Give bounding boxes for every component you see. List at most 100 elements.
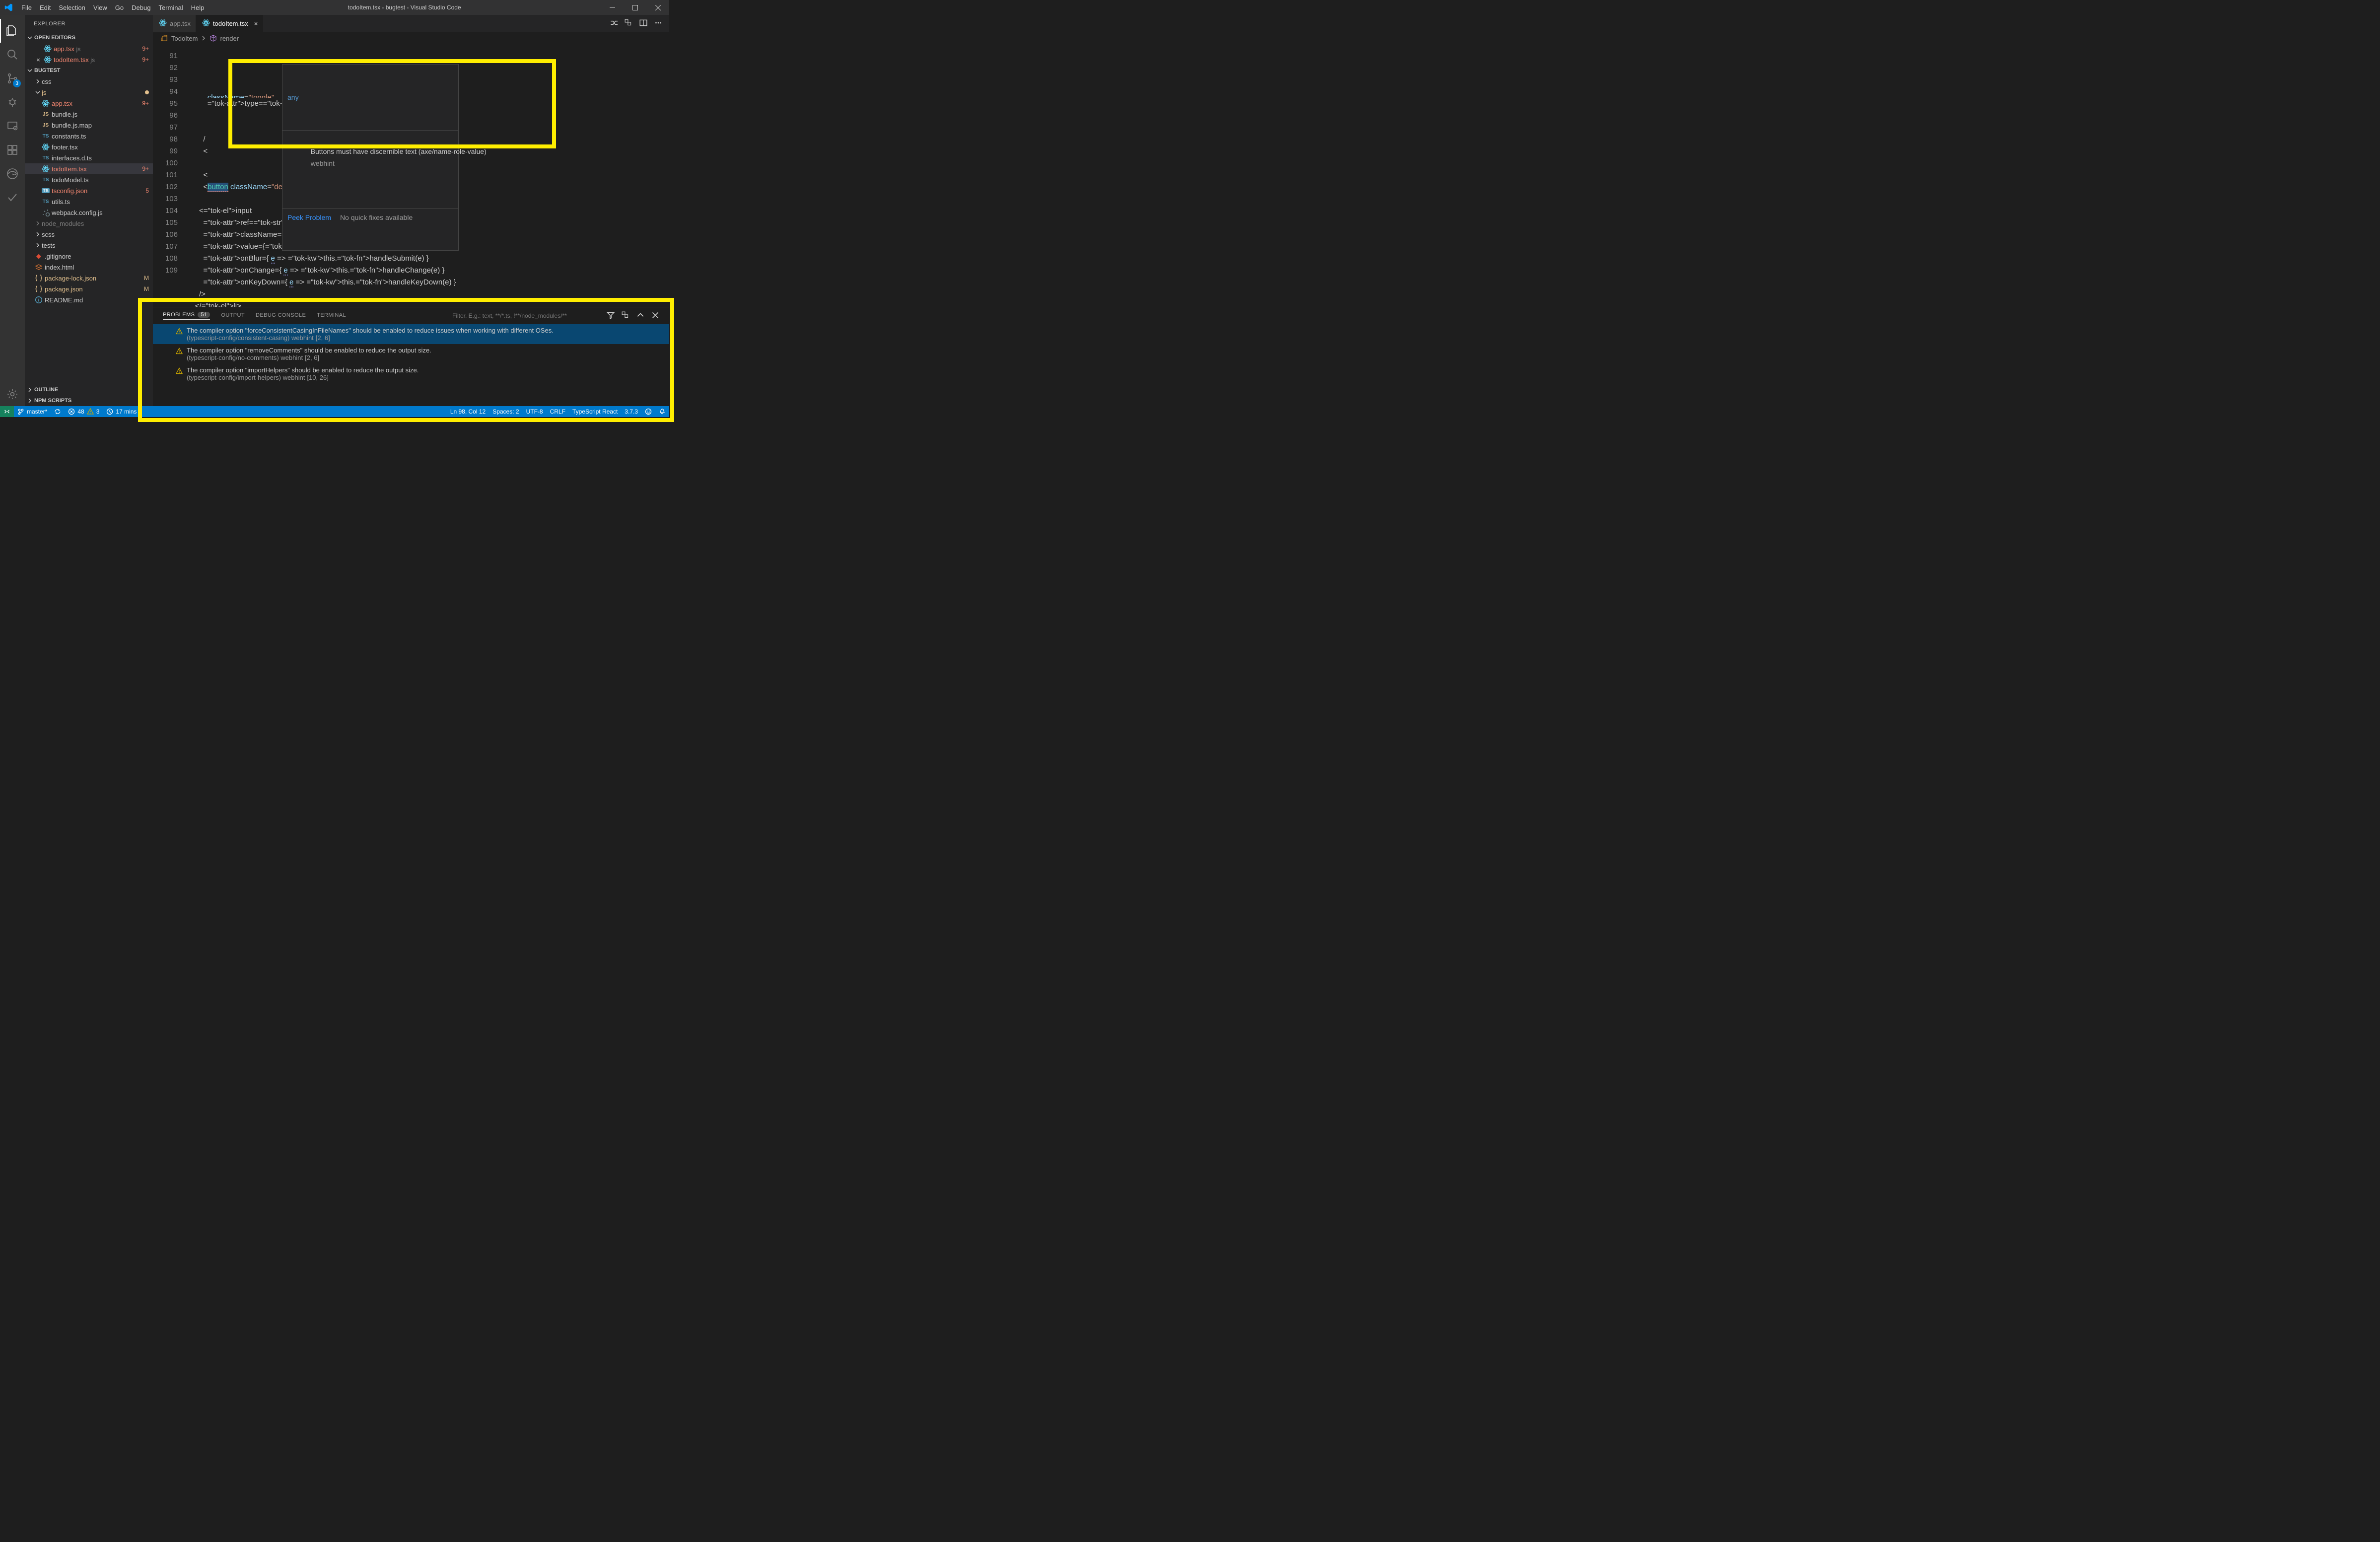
maximize-button[interactable] [624, 0, 646, 15]
breadcrumbs[interactable]: TodoItem render [153, 32, 669, 44]
menu-selection[interactable]: Selection [55, 1, 89, 14]
activity-extensions[interactable] [0, 138, 25, 162]
status-bell[interactable] [655, 406, 669, 417]
file-row[interactable]: footer.tsx [25, 141, 153, 152]
filter-icon[interactable] [607, 311, 615, 321]
status-spaces[interactable]: Spaces: 2 [489, 406, 522, 417]
status-cursor[interactable]: Ln 98, Col 12 [447, 406, 489, 417]
menu-file[interactable]: File [17, 1, 36, 14]
more-icon[interactable] [654, 19, 662, 28]
activity-edge[interactable] [0, 162, 25, 186]
menu-view[interactable]: View [89, 1, 111, 14]
status-branch[interactable]: master* [14, 406, 51, 417]
close-button[interactable] [646, 0, 669, 15]
file-row[interactable]: TStsconfig.json5 [25, 185, 153, 196]
menu-edit[interactable]: Edit [36, 1, 55, 14]
status-errors[interactable]: 48 3 [65, 406, 103, 417]
chevron-right-icon [34, 78, 42, 84]
status-time[interactable]: 17 mins [103, 406, 140, 417]
status-encoding[interactable]: UTF-8 [523, 406, 547, 417]
status-feedback[interactable] [641, 406, 655, 417]
file-row[interactable]: webpack.config.js [25, 207, 153, 218]
problem-row[interactable]: The compiler option "importHelpers" shou… [153, 364, 669, 384]
open-editor[interactable]: ×todoItem.tsx js9+ [25, 54, 153, 65]
file-row[interactable]: JSbundle.js [25, 109, 153, 120]
activity-settings[interactable] [0, 382, 25, 406]
folder-row[interactable]: node_modules [25, 218, 153, 229]
editor-tab[interactable]: app.tsx [153, 15, 196, 32]
editor-tab[interactable]: todoItem.tsx× [196, 15, 263, 32]
open-editors-list: app.tsx js9+×todoItem.tsx js9+ [25, 43, 153, 65]
menu-bar: FileEditSelectionViewGoDebugTerminalHelp [17, 1, 208, 14]
chevron-right-icon [34, 242, 42, 248]
react-icon [159, 19, 167, 28]
activity-remote[interactable] [0, 114, 25, 138]
react-icon [43, 45, 53, 53]
chevron-right-icon [34, 220, 42, 226]
file-row[interactable]: package-lock.jsonM [25, 273, 153, 283]
panel-up-icon[interactable] [636, 311, 644, 321]
file-tree: cssjsapp.tsx9+JSbundle.jsJSbundle.js.map… [25, 76, 153, 384]
panel-tab-output[interactable]: OUTPUT [221, 312, 245, 320]
split-editor-icon[interactable] [639, 19, 647, 28]
react-icon [43, 56, 53, 64]
activity-explorer[interactable] [0, 19, 25, 43]
problem-row[interactable]: The compiler option "removeComments" sho… [153, 344, 669, 364]
folder-row[interactable]: css [25, 76, 153, 87]
status-bar: master* 48 3 17 mins Ln 98, Col 12 Space… [0, 406, 669, 417]
panel-tab-problems[interactable]: PROBLEMS 51 [163, 312, 210, 320]
bottom-panel: PROBLEMS 51 OUTPUT DEBUG CONSOLE TERMINA… [153, 307, 669, 406]
close-icon[interactable]: × [254, 20, 258, 27]
editor-tabs: app.tsxtodoItem.tsx× [153, 15, 669, 32]
folder-row[interactable]: scss [25, 229, 153, 240]
panel-close-icon[interactable] [651, 311, 659, 321]
activity-check[interactable] [0, 186, 25, 210]
npm-scripts-header[interactable]: NPM SCRIPTS [25, 395, 153, 406]
file-row[interactable]: TSconstants.ts [25, 131, 153, 141]
toggle-layout-icon[interactable] [625, 19, 632, 28]
peek-problem-link[interactable]: Peek Problem [287, 211, 331, 223]
code-editor[interactable]: 9192939495969798991001011021031041051061… [153, 44, 669, 307]
menu-terminal[interactable]: Terminal [154, 1, 187, 14]
chevron-down-icon [34, 89, 42, 95]
compare-icon[interactable] [610, 19, 618, 28]
close-icon[interactable]: × [34, 56, 43, 64]
status-sync[interactable] [51, 406, 65, 417]
activity-scm[interactable]: 3 [0, 67, 25, 90]
panel-tab-debug[interactable]: DEBUG CONSOLE [256, 312, 306, 320]
status-remote[interactable] [0, 406, 14, 417]
folder-row[interactable]: tests [25, 240, 153, 251]
file-row[interactable]: index.html [25, 262, 153, 273]
menu-help[interactable]: Help [187, 1, 209, 14]
react-icon [202, 19, 210, 28]
collapse-all-icon[interactable] [622, 311, 630, 321]
problems-filter-input[interactable] [451, 311, 600, 321]
file-row[interactable]: app.tsx9+ [25, 98, 153, 109]
status-eol[interactable]: CRLF [547, 406, 569, 417]
title-bar: FileEditSelectionViewGoDebugTerminalHelp… [0, 0, 669, 15]
status-language[interactable]: TypeScript React [569, 406, 621, 417]
menu-go[interactable]: Go [111, 1, 128, 14]
file-row[interactable]: TSinterfaces.d.ts [25, 152, 153, 163]
open-editors-header[interactable]: OPEN EDITORS [25, 32, 153, 43]
problem-row[interactable]: The compiler option "forceConsistentCasi… [153, 324, 669, 344]
file-row[interactable]: README.md [25, 294, 153, 305]
menu-debug[interactable]: Debug [128, 1, 154, 14]
project-header[interactable]: BUGTEST [25, 65, 153, 76]
outline-header[interactable]: OUTLINE [25, 384, 153, 395]
file-row[interactable]: package.jsonM [25, 283, 153, 294]
file-row[interactable]: ◆.gitignore [25, 251, 153, 262]
open-editor[interactable]: app.tsx js9+ [25, 43, 153, 54]
file-row[interactable]: JSbundle.js.map [25, 120, 153, 131]
file-row[interactable]: TSutils.ts [25, 196, 153, 207]
panel-tab-terminal[interactable]: TERMINAL [317, 312, 346, 320]
warning-icon [176, 367, 183, 376]
folder-row[interactable]: js [25, 87, 153, 98]
status-ts-version[interactable]: 3.7.3 [621, 406, 641, 417]
file-row[interactable]: TStodoModel.ts [25, 174, 153, 185]
minimize-button[interactable] [601, 0, 624, 15]
file-row[interactable]: todoItem.tsx9+ [25, 163, 153, 174]
activity-search[interactable] [0, 43, 25, 67]
vscode-icon [0, 3, 17, 12]
activity-debug[interactable] [0, 90, 25, 114]
